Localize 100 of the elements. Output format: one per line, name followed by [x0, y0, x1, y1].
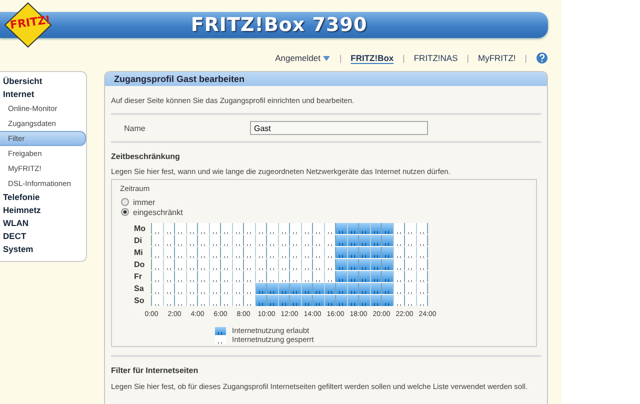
time-slot[interactable]: [370, 283, 382, 294]
time-slot[interactable]: [256, 283, 267, 294]
time-slot[interactable]: [302, 295, 313, 306]
time-slot[interactable]: [256, 223, 267, 234]
time-slot[interactable]: [164, 295, 175, 306]
sidebar-item[interactable]: DECT: [0, 230, 86, 243]
time-slot[interactable]: [416, 259, 428, 270]
nav-link[interactable]: MyFRITZ!: [478, 53, 516, 63]
time-slot[interactable]: [221, 223, 232, 234]
time-slot[interactable]: [405, 259, 416, 270]
time-slot[interactable]: [336, 259, 348, 270]
time-slot[interactable]: [290, 295, 302, 306]
time-slot[interactable]: [313, 223, 324, 234]
time-slot[interactable]: [359, 295, 370, 306]
time-slot[interactable]: [256, 271, 267, 282]
time-slot[interactable]: [336, 271, 348, 282]
time-slot[interactable]: [382, 295, 394, 306]
time-slot[interactable]: [348, 247, 359, 258]
time-slot[interactable]: [175, 259, 186, 270]
time-slot[interactable]: [210, 235, 221, 246]
time-slot[interactable]: [256, 295, 267, 306]
time-slot[interactable]: [152, 259, 164, 270]
time-slot[interactable]: [324, 223, 336, 234]
time-slot[interactable]: [394, 223, 405, 234]
time-slot[interactable]: [210, 259, 221, 270]
time-slot[interactable]: [278, 247, 290, 258]
time-slot[interactable]: [278, 223, 290, 234]
time-slot[interactable]: [175, 295, 186, 306]
time-slot[interactable]: [290, 223, 302, 234]
time-slot[interactable]: [302, 283, 313, 294]
time-slot[interactable]: [313, 259, 324, 270]
time-slot[interactable]: [244, 223, 256, 234]
time-slot[interactable]: [221, 271, 232, 282]
time-slot[interactable]: [186, 271, 198, 282]
time-slot[interactable]: [290, 259, 302, 270]
time-slot[interactable]: [256, 235, 267, 246]
time-slot[interactable]: [198, 235, 210, 246]
time-slot[interactable]: [244, 247, 256, 258]
time-slot[interactable]: [416, 295, 428, 306]
time-slot[interactable]: [198, 247, 210, 258]
time-slot[interactable]: [416, 283, 428, 294]
time-slot[interactable]: [394, 259, 405, 270]
sidebar-item[interactable]: System: [0, 243, 86, 256]
time-slot[interactable]: [290, 235, 302, 246]
time-slot[interactable]: [186, 235, 198, 246]
time-slot[interactable]: [394, 283, 405, 294]
time-slot[interactable]: [290, 271, 302, 282]
sidebar-item[interactable]: WLAN: [0, 217, 86, 230]
time-slot[interactable]: [313, 235, 324, 246]
time-slot[interactable]: [244, 235, 256, 246]
sidebar-item[interactable]: Telefonie: [0, 191, 86, 204]
time-slot[interactable]: [324, 283, 336, 294]
time-slot[interactable]: [359, 235, 370, 246]
time-slot[interactable]: [152, 271, 164, 282]
time-slot[interactable]: [370, 235, 382, 246]
time-slot[interactable]: [232, 259, 244, 270]
time-slot[interactable]: [267, 223, 278, 234]
time-slot[interactable]: [164, 247, 175, 258]
sidebar-item[interactable]: Internet: [0, 88, 86, 101]
time-slot[interactable]: [164, 235, 175, 246]
time-slot[interactable]: [175, 271, 186, 282]
time-slot[interactable]: [302, 259, 313, 270]
time-slot[interactable]: [278, 235, 290, 246]
time-slot[interactable]: [152, 295, 164, 306]
time-slot[interactable]: [290, 247, 302, 258]
time-slot[interactable]: [267, 295, 278, 306]
time-slot[interactable]: [394, 247, 405, 258]
time-slot[interactable]: [244, 283, 256, 294]
time-slot[interactable]: [278, 271, 290, 282]
time-slot[interactable]: [221, 259, 232, 270]
time-slot[interactable]: [394, 295, 405, 306]
time-slot[interactable]: [244, 271, 256, 282]
sidebar-item[interactable]: Heimnetz: [0, 204, 86, 217]
time-slot[interactable]: [416, 271, 428, 282]
time-slot[interactable]: [370, 271, 382, 282]
time-slot[interactable]: [164, 283, 175, 294]
name-field[interactable]: Gast: [250, 121, 428, 135]
time-slot[interactable]: [267, 283, 278, 294]
time-slot[interactable]: [324, 235, 336, 246]
time-slot[interactable]: [175, 223, 186, 234]
time-slot[interactable]: [302, 223, 313, 234]
time-slot[interactable]: [221, 247, 232, 258]
time-slot[interactable]: [348, 283, 359, 294]
time-slot[interactable]: [359, 223, 370, 234]
time-slot[interactable]: [359, 271, 370, 282]
time-slot[interactable]: [244, 295, 256, 306]
time-slot[interactable]: [186, 295, 198, 306]
time-slot[interactable]: [348, 223, 359, 234]
time-slot[interactable]: [210, 271, 221, 282]
time-slot[interactable]: [210, 283, 221, 294]
time-slot[interactable]: [370, 295, 382, 306]
time-slot[interactable]: [256, 247, 267, 258]
time-slot[interactable]: [336, 223, 348, 234]
time-slot[interactable]: [186, 259, 198, 270]
time-slot[interactable]: [416, 235, 428, 246]
time-slot[interactable]: [405, 283, 416, 294]
time-slot[interactable]: [302, 271, 313, 282]
time-slot[interactable]: [152, 283, 164, 294]
time-slot[interactable]: [198, 271, 210, 282]
time-slot[interactable]: [324, 259, 336, 270]
